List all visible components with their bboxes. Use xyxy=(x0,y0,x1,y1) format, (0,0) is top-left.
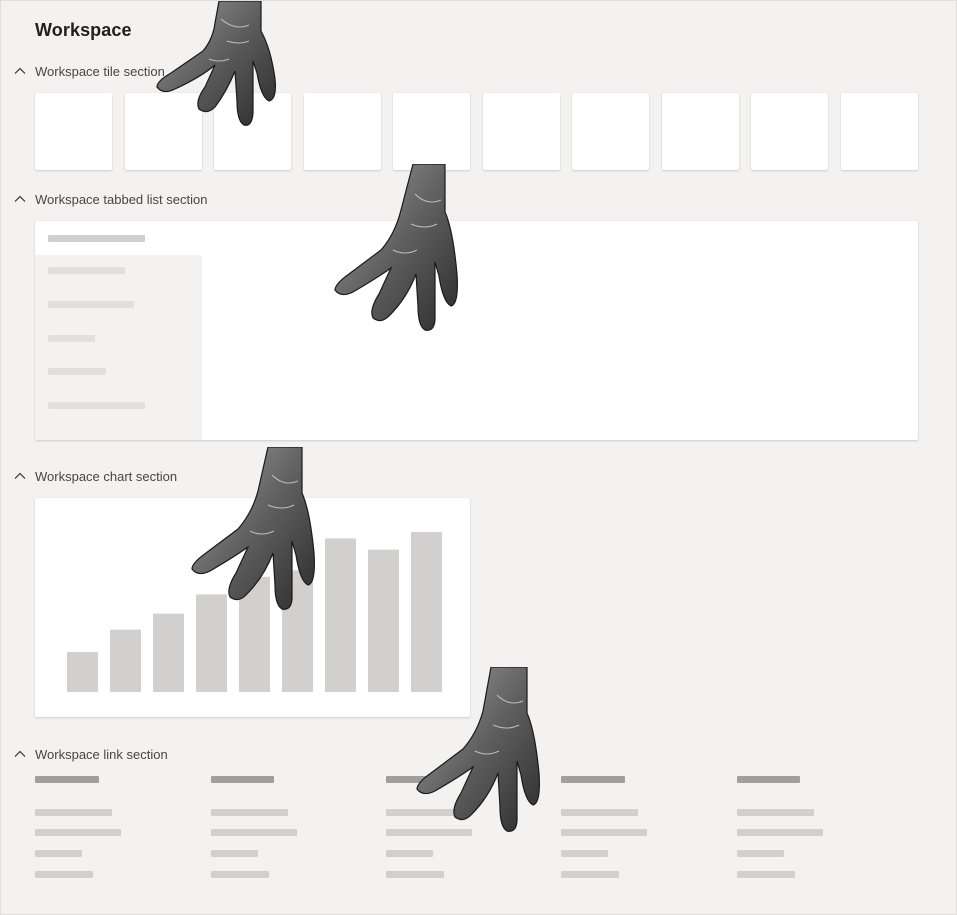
workspace-page: { "page": { "title": "Workspace" }, "sec… xyxy=(0,0,957,915)
link-section-label: Workspace link section xyxy=(35,746,168,762)
chart-bar xyxy=(67,652,98,692)
tab-sidebar xyxy=(35,255,202,440)
chevron-up-icon xyxy=(13,469,27,483)
link-placeholder[interactable] xyxy=(35,829,121,836)
link-placeholder[interactable] xyxy=(737,809,814,816)
link-placeholder[interactable] xyxy=(211,829,297,836)
workspace-tile[interactable] xyxy=(662,93,739,170)
link-placeholder[interactable] xyxy=(35,850,82,857)
workspace-tile[interactable] xyxy=(841,93,918,170)
link-column-heading xyxy=(561,776,625,783)
workspace-tile[interactable] xyxy=(751,93,828,170)
chevron-up-icon xyxy=(13,192,27,206)
link-column-heading xyxy=(211,776,274,783)
chart-section-header[interactable]: Workspace chart section xyxy=(13,467,177,485)
tabbed-list-section-label: Workspace tabbed list section xyxy=(35,191,208,207)
tabbed-list-section-header[interactable]: Workspace tabbed list section xyxy=(13,190,207,208)
link-placeholder[interactable] xyxy=(386,850,433,857)
chevron-up-icon xyxy=(13,747,27,761)
chart-bar xyxy=(239,576,270,692)
bar-chart xyxy=(67,532,442,692)
workspace-tile[interactable] xyxy=(483,93,560,170)
link-placeholder[interactable] xyxy=(561,809,638,816)
tile-section-label: Workspace tile section xyxy=(35,63,165,79)
chart-bar xyxy=(282,570,313,692)
chart-bar xyxy=(110,629,141,692)
chart-bar xyxy=(368,549,399,692)
workspace-tile[interactable] xyxy=(572,93,649,170)
link-placeholder[interactable] xyxy=(35,871,93,878)
link-placeholder[interactable] xyxy=(386,809,463,816)
tab-placeholder[interactable] xyxy=(48,368,106,375)
chart-section-label: Workspace chart section xyxy=(35,468,178,484)
link-column-heading xyxy=(737,776,800,783)
link-placeholder[interactable] xyxy=(211,871,269,878)
chart-bar xyxy=(411,532,442,692)
workspace-tile[interactable] xyxy=(393,93,470,170)
link-column-heading xyxy=(386,776,449,783)
link-placeholder[interactable] xyxy=(561,850,608,857)
link-placeholder[interactable] xyxy=(386,829,472,836)
link-placeholder[interactable] xyxy=(737,829,823,836)
workspace-tile[interactable] xyxy=(304,93,381,170)
link-placeholder[interactable] xyxy=(211,809,288,816)
link-placeholder[interactable] xyxy=(561,829,647,836)
chevron-up-icon xyxy=(13,64,27,78)
chart-bar xyxy=(196,594,227,692)
link-placeholder[interactable] xyxy=(561,871,619,878)
tab-placeholder[interactable] xyxy=(48,335,95,342)
link-placeholder[interactable] xyxy=(211,850,258,857)
link-placeholder[interactable] xyxy=(737,871,795,878)
workspace-tile[interactable] xyxy=(35,93,112,170)
chart-bar xyxy=(153,613,184,692)
tabbed-list-title-placeholder xyxy=(48,235,145,242)
tab-placeholder[interactable] xyxy=(48,267,125,274)
tabbed-list-card xyxy=(35,221,918,440)
workspace-tile[interactable] xyxy=(214,93,291,170)
tile-section-header[interactable]: Workspace tile section xyxy=(13,62,165,80)
link-placeholder[interactable] xyxy=(386,871,444,878)
link-section-header[interactable]: Workspace link section xyxy=(13,745,168,763)
link-placeholder[interactable] xyxy=(35,809,112,816)
chart-card xyxy=(35,498,470,717)
page-title: Workspace xyxy=(35,20,132,40)
tab-placeholder[interactable] xyxy=(48,301,134,308)
tab-placeholder[interactable] xyxy=(48,402,145,409)
workspace-tile[interactable] xyxy=(125,93,202,170)
link-column-heading xyxy=(35,776,99,783)
chart-bar xyxy=(325,538,356,692)
link-placeholder[interactable] xyxy=(737,850,784,857)
